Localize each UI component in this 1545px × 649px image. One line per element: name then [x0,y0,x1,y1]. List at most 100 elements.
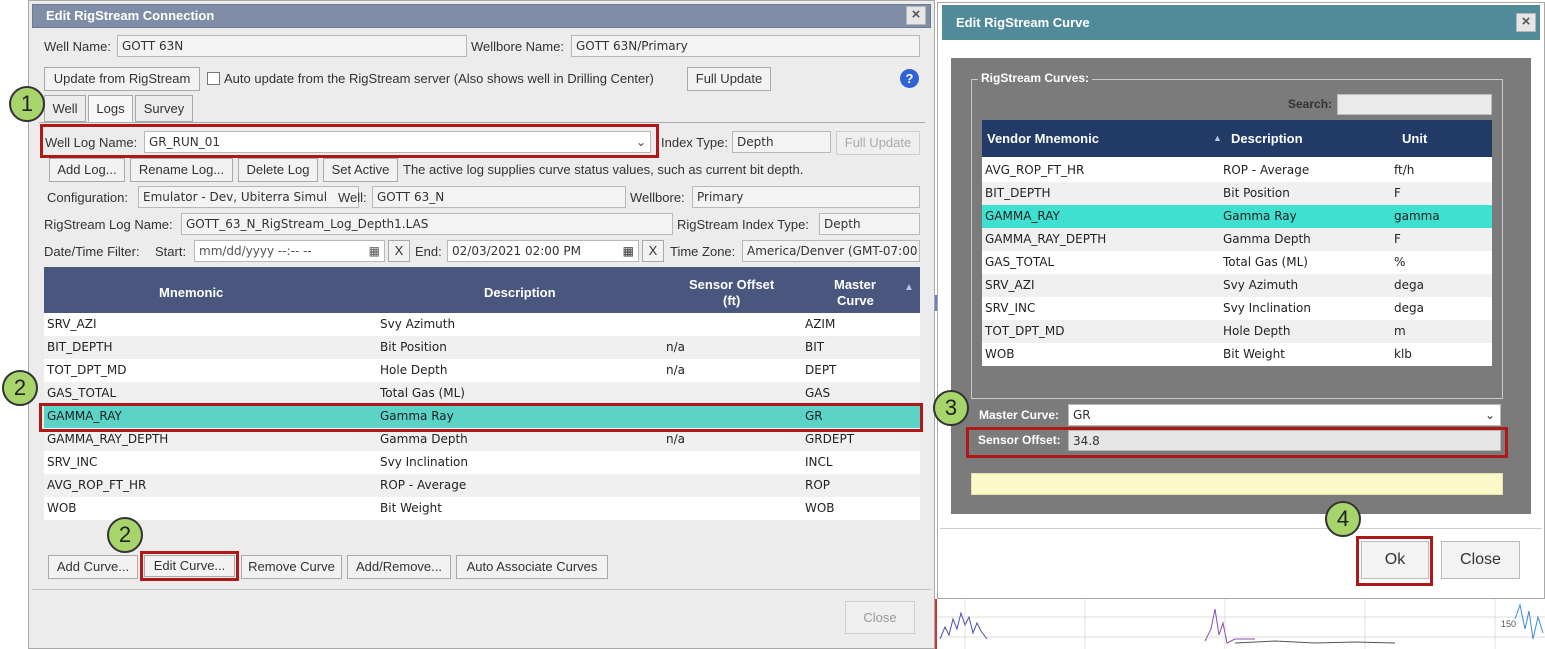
configuration-label: Configuration: [47,190,128,205]
table-row[interactable]: SRV_INC Svy Inclination INCL [44,451,920,474]
close-button[interactable]: Close [845,601,915,634]
end-datetime-input[interactable]: 02/03/2021 02:00 PM ▦ [447,240,639,262]
add-log-button[interactable]: Add Log... [49,158,125,182]
table-row[interactable]: TOT_DPT_MD Hole Depth m [982,320,1492,343]
col-header-mnemonic[interactable]: Mnemonic [159,285,223,300]
table-cell: AVG_ROP_FT_HR [47,478,147,492]
col-header-sensor-offset-unit: (ft) [723,293,741,308]
table-row[interactable]: GAS_TOTAL Total Gas (ML) GAS [44,382,920,405]
table-row[interactable]: AVG_ROP_FT_HR ROP - Average ROP [44,474,920,497]
master-curve-select[interactable]: GR ⌄ [1068,404,1501,426]
table-row[interactable]: WOB Bit Weight klb [982,343,1492,366]
close-icon[interactable]: × [906,6,926,25]
sensor-offset-input[interactable]: 34.8 [1068,430,1501,451]
table-row[interactable]: BIT_DEPTH Bit Position F [982,182,1492,205]
calendar-icon[interactable]: ▦ [623,241,634,261]
edit-curve-button[interactable]: Edit Curve... [144,555,235,577]
search-input[interactable] [1337,94,1492,115]
rigstream-index-type-label: RigStream Index Type: [677,217,809,232]
table-cell: n/a [666,340,686,354]
table-row[interactable]: GAS_TOTAL Total Gas (ML)% [982,251,1492,274]
tab-well[interactable]: Well [44,95,86,122]
col-header-vendor-mnemonic[interactable]: Vendor Mnemonic [987,120,1099,157]
update-from-rigstream-button[interactable]: Update from RigStream [44,67,200,91]
table-row[interactable]: GAMMA_RAY_DEPTH Gamma Depth F [982,228,1492,251]
col-header-description[interactable]: Description [1231,120,1303,157]
table-cell: SRV_INC [47,455,98,469]
active-log-note: The active log supplies curve status val… [403,162,804,177]
index-type-field[interactable]: Depth [732,131,831,153]
table-row[interactable]: SRV_AZI Svy Azimuth dega [982,274,1492,297]
callout-4: 4 [1325,501,1361,537]
set-active-button[interactable]: Set Active [323,158,398,182]
tab-survey[interactable]: Survey [135,95,193,122]
table-cell: % [1394,255,1406,269]
table-cell: DEPT [805,363,837,377]
start-datetime-input[interactable]: mm/dd/yyyy --:-- -- ▦ [194,240,385,262]
table-cell: Gamma Ray [1223,209,1297,223]
sort-asc-icon[interactable]: ▲ [1213,120,1222,157]
calendar-icon[interactable]: ▦ [369,241,380,261]
clear-end-button[interactable]: X [642,240,664,262]
auto-update-label: Auto update from the RigStream server (A… [224,71,654,86]
col-header-master[interactable]: Master [834,277,876,292]
footer-divider [32,589,931,590]
table-cell: Svy Azimuth [1223,278,1299,292]
clear-start-button[interactable]: X [388,240,410,262]
curves-grid: Mnemonic Description Sensor Offset (ft) … [44,267,920,520]
configuration-field[interactable]: Emulator - Dev, Ubiterra Simul [138,186,359,208]
master-curve-value: GR [1073,408,1091,422]
col-header-unit[interactable]: Unit [1402,120,1427,157]
add-curve-button[interactable]: Add Curve... [48,555,138,579]
delete-log-button[interactable]: Delete Log [238,158,318,182]
footer-divider [940,528,1542,529]
ok-button[interactable]: Ok [1361,541,1429,579]
table-cell: SRV_INC [985,301,1036,315]
auto-associate-curves-button[interactable]: Auto Associate Curves [456,555,608,579]
well-name-field[interactable]: GOTT 63N [117,35,467,57]
col-header-description[interactable]: Description [484,285,556,300]
table-cell: n/a [666,363,686,377]
table-cell: Svy Inclination [1223,301,1311,315]
remove-curve-button[interactable]: Remove Curve [241,555,342,579]
table-row[interactable]: WOB Bit Weight WOB [44,497,920,520]
auto-update-checkbox[interactable] [207,72,220,85]
search-label: Search: [1288,97,1333,111]
tab-strip-divider [39,122,925,123]
rigstream-log-name-field[interactable]: GOTT_63_N_RigStream_Log_Depth1.LAS [181,213,673,235]
table-cell: WOB [985,347,1015,361]
rigstream-index-type-field[interactable]: Depth [819,213,920,235]
table-row[interactable]: SRV_INC Svy Inclination dega [982,297,1492,320]
table-row[interactable]: TOT_DPT_MD Hole Depth n/a DEPT [44,359,920,382]
table-cell: Bit Weight [380,501,442,515]
curve-panel: RigStream Curves: Search: Vendor Mnemoni… [951,58,1531,514]
table-cell: BIT [805,340,825,354]
col-header-sensor-offset[interactable]: Sensor Offset [689,277,774,292]
help-icon[interactable]: ? [900,69,919,88]
table-row[interactable]: SRV_AZI Svy Azimuth AZIM [44,313,920,336]
table-row[interactable]: AVG_ROP_FT_HR ROP - Average ft/h [982,159,1492,182]
rename-log-button[interactable]: Rename Log... [130,158,233,182]
well-log-name-select[interactable]: GR_RUN_01 ⌄ [144,131,651,153]
fieldset-legend: RigStream Curves: [978,71,1093,85]
add-remove-button[interactable]: Add/Remove... [347,555,451,579]
sort-asc-icon[interactable]: ▲ [904,282,914,293]
well-log-name-label: Well Log Name: [45,135,138,150]
table-cell: ROP - Average [380,478,467,492]
table-row[interactable]: BIT_DEPTH Bit Position n/a BIT [44,336,920,359]
message-bar [971,473,1503,495]
close-button[interactable]: Close [1441,541,1520,579]
table-cell: F [1394,186,1401,200]
table-cell: dega [1394,301,1424,315]
full-update-disabled-button[interactable]: Full Update [836,131,920,155]
table-cell: BIT_DEPTH [47,340,113,354]
close-icon[interactable]: × [1516,13,1536,32]
full-update-button[interactable]: Full Update [687,67,771,91]
wellbore-field[interactable]: Primary [692,186,920,208]
master-curve-label: Master Curve: [979,408,1060,422]
well-field[interactable]: GOTT 63_N [372,186,626,208]
tab-logs[interactable]: Logs [88,95,133,122]
time-zone-field[interactable]: America/Denver (GMT-07:00 [742,240,920,262]
table-row-selected[interactable]: GAMMA_RAY Gamma Ray gamma [982,205,1492,228]
wellbore-name-field[interactable]: GOTT 63N/Primary [571,35,920,57]
